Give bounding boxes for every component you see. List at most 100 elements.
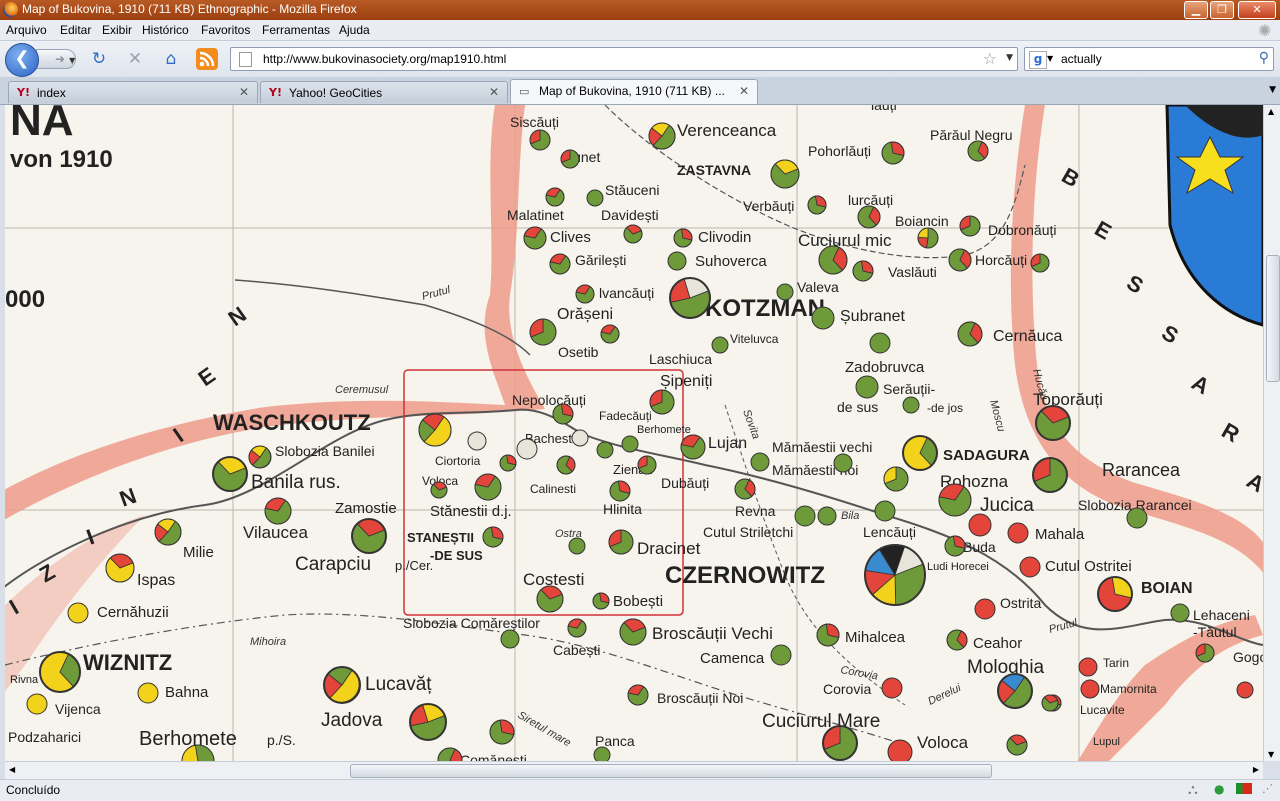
place-label-calinesti: Calinesti [530,482,576,496]
firefox-icon [3,2,18,17]
population-pie-chart [67,602,89,624]
population-pie-chart [887,739,913,761]
population-pie-chart [648,122,676,150]
tab-map-bukovina[interactable]: ▭ Map of Bukovina, 1910 (711 KB) ... ✕ [510,79,758,104]
population-pie-chart [881,677,903,699]
place-label-mihalcea: Mihalcea [845,629,906,646]
search-icon[interactable]: ⚲ [1259,50,1269,66]
menu-editar[interactable]: Editar [60,23,91,37]
city-label: WIZNITZ [83,650,172,675]
scroll-right-icon[interactable]: ▶ [1253,765,1259,774]
place-label-mologhia: Mologhia [967,657,1045,678]
engine-dropdown-icon[interactable]: ▼ [1047,54,1053,63]
population-pie-chart [957,321,983,347]
vertical-scroll-thumb[interactable] [1266,255,1280,382]
close-tab-icon[interactable]: ✕ [239,85,249,99]
population-pie-chart [673,228,693,248]
menu-ferramentas[interactable]: Ferramentas [262,23,330,37]
population-pie-chart [974,598,996,620]
language-flag-icon[interactable] [1236,783,1252,794]
population-pie-chart [516,438,538,460]
place-label-viteluvca: Viteluvca [730,332,779,346]
pie-slice [586,189,604,207]
url-bar[interactable]: http://www.bukovinasociety.org/map1910.h… [230,47,1018,71]
population-pie-chart [212,456,248,492]
scroll-up-icon[interactable]: ▲ [1268,107,1274,116]
place-label-mamornita: Mamornita [1100,682,1157,696]
place-label-tarin: Tarin [1103,656,1129,670]
place-label-milie: Milie [183,544,214,561]
horizontal-scroll-thumb[interactable] [350,764,992,778]
place-label-jadova: Jadova [321,710,383,731]
place-label-banilarus: Banila rus. [251,472,341,493]
pie-slice [968,513,992,537]
search-bar[interactable]: g ▼ actually ⚲ [1024,47,1274,71]
place-label-mahala: Mahala [1035,526,1085,543]
close-tab-icon[interactable]: ✕ [489,85,499,99]
maximize-button[interactable]: ❐ [1210,1,1234,19]
window-title: Map of Bukovina, 1910 (711 KB) Ethnograp… [22,2,357,16]
horizontal-scrollbar[interactable]: ◀ ▶ [5,761,1263,779]
pie-slice [776,283,794,301]
scroll-down-icon[interactable]: ▼ [1268,750,1274,759]
menu-exibir[interactable]: Exibir [102,23,132,37]
place-label-voloca2: Voloca [917,733,969,752]
population-pie-chart [39,651,81,693]
search-input[interactable]: actually [1061,52,1102,66]
population-pie-chart [883,466,909,492]
minimize-button[interactable]: ▁ [1184,1,1208,19]
tab-geocities[interactable]: Y! Yahoo! GeoCities ✕ [260,81,508,103]
place-label-corovia: Corovia [823,681,871,697]
population-pie-chart [489,719,515,745]
url-dropdown-icon[interactable]: ▼ [1006,53,1013,63]
population-pie-chart [750,452,770,472]
feed-status-icon[interactable]: ⛬ [1188,782,1198,798]
population-pie-chart [811,306,835,330]
back-button[interactable]: ❮ [5,43,39,77]
home-icon[interactable]: ⌂ [160,48,182,70]
pie-slice [1236,681,1254,699]
forward-button[interactable]: ➜ ▼ [36,49,76,69]
addon-status-icon[interactable]: ● [1214,782,1224,796]
place-label-comanesti: Comănești [460,752,527,761]
menu-ajuda[interactable]: Ajuda [339,23,370,37]
menu-arquivo[interactable]: Arquivo [6,23,47,37]
population-pie-chart [711,336,729,354]
place-label-berhomete: Berhomete [637,424,691,436]
rss-feed-icon[interactable] [196,48,218,70]
population-pie-chart [864,544,926,606]
city-label: ZASTAVNA [677,162,751,178]
place-label-cernauca: Cernăuca [993,328,1062,345]
population-pie-chart [536,585,564,613]
scroll-left-icon[interactable]: ◀ [9,765,15,774]
stop-icon[interactable]: ✕ [124,48,146,70]
url-text[interactable]: http://www.bukovinasociety.org/map1910.h… [263,52,506,66]
pie-slice [855,375,879,399]
history-dropdown-icon[interactable]: ▼ [69,56,75,65]
river-label: Ceremusul [335,384,389,396]
map-viewport[interactable]: NA von 1910 000 N E I N I Z I B E S S A … [5,105,1263,761]
place-label-dobronauti: Dobronăuți [988,222,1057,238]
vertical-scrollbar[interactable]: ▲ ▼ [1263,105,1280,761]
population-pie-chart [621,435,639,453]
tab-index[interactable]: Y! index ✕ [8,81,258,103]
list-all-tabs-icon[interactable]: ▼ [1269,85,1276,95]
place-label-ceahor: Ceahor [973,635,1022,652]
reload-icon[interactable]: ↻ [88,48,110,70]
menu-historico[interactable]: Histórico [142,23,189,37]
population-pie-chart [1032,457,1068,493]
pie-slice [1078,657,1098,677]
place-label-clivodin: Clivodin [698,229,751,246]
population-pie-chart [902,396,920,414]
bookmark-star-icon[interactable]: ☆ [983,49,997,68]
population-pie-chart [776,283,794,301]
menu-favoritos[interactable]: Favoritos [201,23,250,37]
place-label-boiancin: Boiancin [895,213,949,229]
close-tab-icon[interactable]: ✕ [739,84,749,98]
pie-slice [1080,679,1100,699]
population-pie-chart [592,592,610,610]
search-engine-icon[interactable]: g [1029,51,1047,69]
population-pie-chart [26,693,48,715]
population-pie-chart [637,455,657,475]
close-window-button[interactable]: ✕ [1238,1,1276,19]
